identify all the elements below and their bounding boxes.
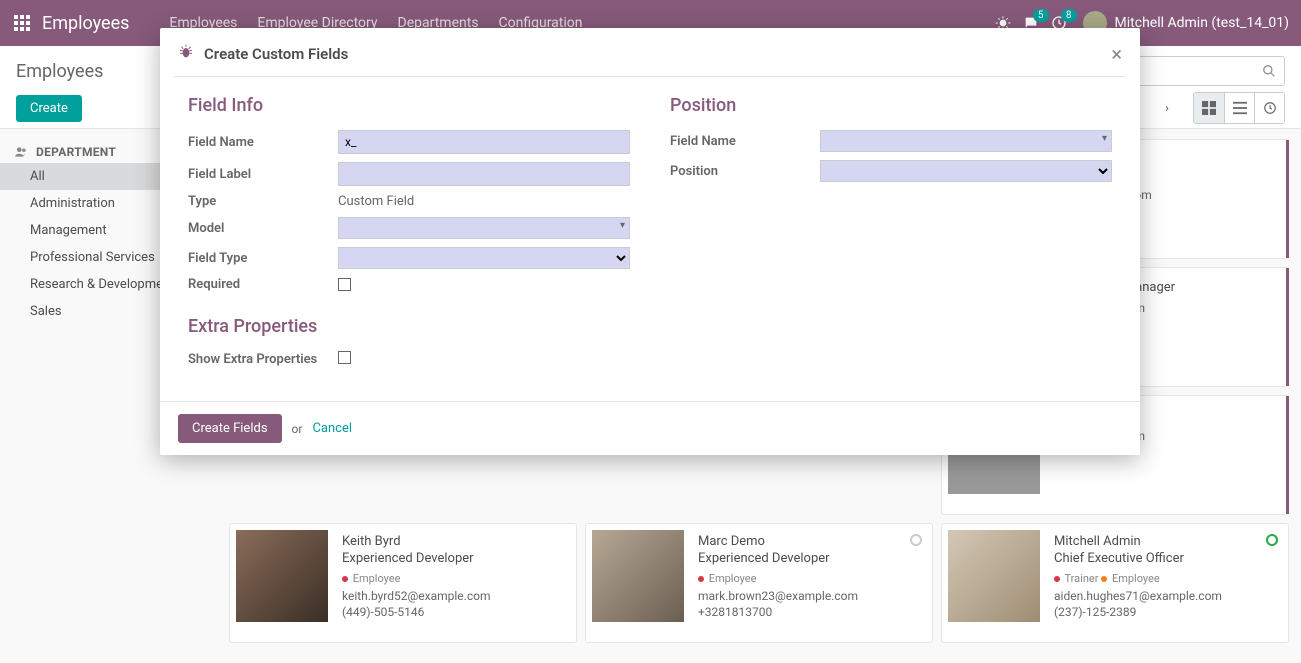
input-field-name[interactable] [338,130,630,154]
modal-title: Create Custom Fields [204,45,348,63]
select-model[interactable] [338,217,630,239]
select-pos-position[interactable] [820,160,1112,182]
label-pos-position: Position [670,164,820,179]
label-show-extra: Show Extra Properties [188,351,338,369]
section-extra-properties: Extra Properties [188,316,630,337]
checkbox-required[interactable] [338,278,351,291]
label-model: Model [188,221,338,236]
section-position: Position [670,95,1112,116]
label-field-label: Field Label [188,167,338,182]
label-type: Type [188,194,338,209]
select-field-type[interactable] [338,247,630,269]
input-field-label[interactable] [338,162,630,186]
create-custom-fields-modal: Create Custom Fields × Field Info Field … [160,28,1140,455]
checkbox-show-extra[interactable] [338,351,351,364]
modal-close-button[interactable]: × [1111,42,1122,66]
label-field-name: Field Name [188,135,338,150]
select-pos-field-name[interactable] [820,130,1112,152]
value-type: Custom Field [338,194,414,209]
section-field-info: Field Info [188,95,630,116]
label-pos-field-name: Field Name [670,134,820,149]
create-fields-button[interactable]: Create Fields [178,414,282,443]
label-field-type: Field Type [188,251,338,266]
bug-icon [178,44,194,64]
or-text: or [292,422,303,436]
label-required: Required [188,277,338,292]
cancel-button[interactable]: Cancel [312,421,352,436]
